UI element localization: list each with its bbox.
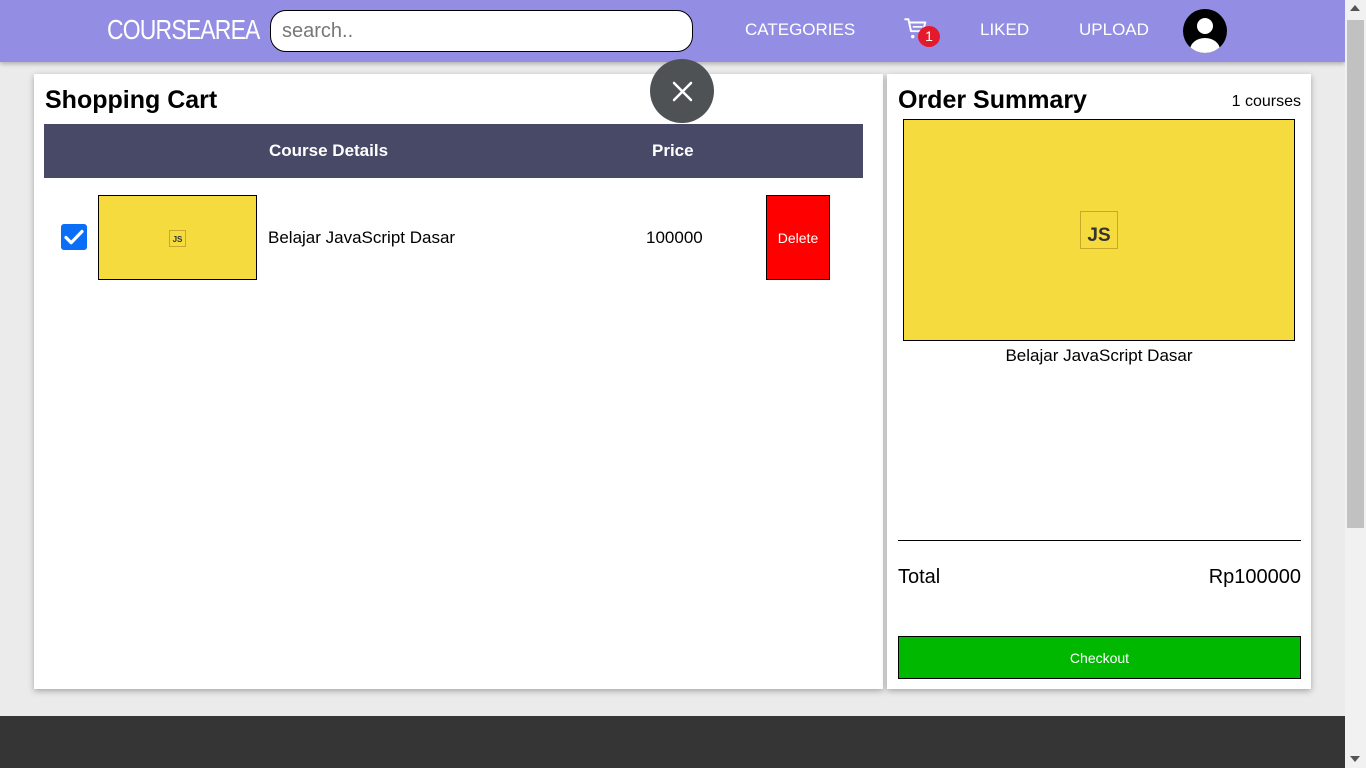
nav-liked-link[interactable]: LIKED <box>980 20 1029 40</box>
footer <box>0 716 1345 768</box>
divider <box>898 540 1301 541</box>
close-button[interactable] <box>650 59 714 123</box>
javascript-logo: JS <box>169 230 186 247</box>
header-price: Price <box>652 141 694 160</box>
logo[interactable]: COURSEAREA <box>107 14 260 46</box>
cart-button[interactable]: 1 <box>903 16 940 48</box>
scroll-thumb[interactable] <box>1347 20 1364 528</box>
shopping-cart-title: Shopping Cart <box>45 86 218 114</box>
navbar: COURSEAREA CATEGORIES 1 LIKED UPLOAD <box>0 0 1345 62</box>
checkout-button[interactable]: Checkout <box>898 636 1301 679</box>
select-item-checkbox[interactable] <box>61 224 87 250</box>
course-thumbnail[interactable]: JS <box>98 195 257 280</box>
nav-upload-link[interactable]: UPLOAD <box>1079 20 1149 40</box>
delete-button[interactable]: Delete <box>766 195 830 280</box>
course-count: 1 courses <box>1231 93 1301 110</box>
checkmark-icon <box>64 229 84 245</box>
javascript-logo: JS <box>1080 211 1118 249</box>
user-avatar[interactable] <box>1183 9 1227 53</box>
search-input[interactable] <box>270 10 693 52</box>
scrollbar[interactable] <box>1345 0 1366 768</box>
order-summary-title: Order Summary <box>898 86 1087 114</box>
close-icon <box>672 81 693 102</box>
shopping-cart-panel: Shopping Cart Course Details Price JS Be… <box>34 74 883 689</box>
order-summary-panel: Order Summary 1 courses JS Belajar JavaS… <box>887 74 1311 689</box>
scroll-up-arrow-icon[interactable] <box>1350 5 1360 11</box>
user-avatar-icon <box>1190 18 1220 53</box>
course-title: Belajar JavaScript Dasar <box>268 228 456 247</box>
summary-course-title: Belajar JavaScript Dasar <box>1005 346 1193 365</box>
cart-count-badge: 1 <box>918 26 940 47</box>
course-price: 100000 <box>646 228 703 247</box>
cart-table-header: Course Details Price <box>44 124 863 178</box>
header-course-details: Course Details <box>269 141 389 160</box>
scroll-down-arrow-icon[interactable] <box>1350 756 1360 762</box>
cart-item-row: JS Belajar JavaScript Dasar 100000 Delet… <box>44 194 863 280</box>
summary-course-thumbnail: JS <box>903 119 1295 341</box>
nav-categories-link[interactable]: CATEGORIES <box>745 20 855 40</box>
total-label: Total <box>898 566 941 588</box>
total-value: Rp100000 <box>1208 566 1301 588</box>
